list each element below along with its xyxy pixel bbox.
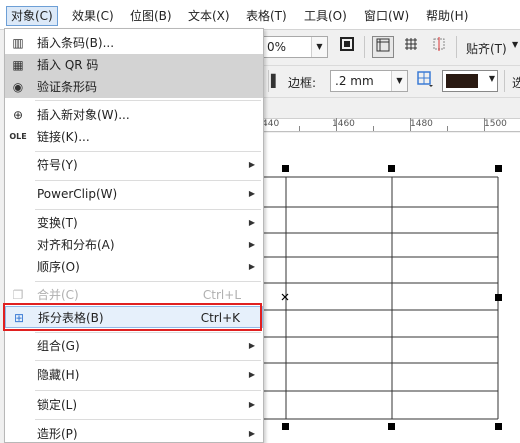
ruler-label: 1500: [484, 119, 507, 129]
barcode-icon: ▥: [12, 36, 24, 50]
submenu-arrow-icon: ▶: [248, 240, 255, 249]
split-table-icon: ⊞: [13, 311, 25, 325]
insert-object-icon: ⊕: [12, 108, 24, 122]
menu-tools[interactable]: 工具(O): [300, 6, 351, 26]
selection-handle[interactable]: [495, 294, 502, 301]
menu-item-order[interactable]: 顺序(O) ▶: [5, 256, 263, 278]
ruler-label: 1480: [410, 119, 433, 129]
menu-object[interactable]: 对象(C): [6, 6, 58, 26]
menu-item-align-distribute[interactable]: 对齐和分布(A) ▶: [5, 234, 263, 256]
chevron-down-icon: ▼: [512, 40, 519, 49]
show-guidelines-icon[interactable]: [428, 36, 450, 58]
menu-item-shaping[interactable]: 造形(P) ▶: [5, 423, 263, 443]
show-grid-icon[interactable]: [400, 36, 422, 58]
menu-item-insert-barcode[interactable]: ▥ 插入条码(B)...: [5, 32, 263, 54]
menu-text[interactable]: 文本(X): [184, 6, 234, 26]
submenu-arrow-icon: ▶: [248, 400, 255, 409]
submenu-arrow-icon: ▶: [248, 370, 255, 379]
full-screen-icon[interactable]: [336, 36, 358, 58]
menu-window[interactable]: 窗口(W): [360, 6, 413, 26]
chevron-down-icon: ▼: [311, 37, 327, 57]
border-label: 边框:: [288, 76, 317, 90]
zoom-combo[interactable]: 0% ▼: [262, 36, 328, 58]
drawing-canvas[interactable]: [262, 133, 520, 443]
show-rulers-icon[interactable]: [372, 36, 394, 58]
selection-handle[interactable]: [282, 165, 289, 172]
menu-item-transform[interactable]: 变换(T) ▶: [5, 212, 263, 234]
ruler-label: 440: [262, 119, 280, 129]
chevron-down-icon: ▼: [391, 71, 407, 91]
menu-item-hide[interactable]: 隐藏(H) ▶: [5, 364, 263, 386]
selection-handle[interactable]: [388, 423, 395, 430]
menu-item-split-table[interactable]: ⊞ 拆分表格(B) Ctrl+K: [5, 306, 263, 328]
object-menu-dropdown: ▥ 插入条码(B)... ▦ 插入 QR 码 ◉ 验证条形码 ⊕ 插入新对象(W…: [4, 28, 264, 443]
menu-item-link[interactable]: OLE 链接(K)...: [5, 126, 263, 148]
menu-item-symbol[interactable]: 符号(Y) ▶: [5, 154, 263, 176]
property-bar: ▐ 边框: .2 mm ▼ ▼ 选: [262, 66, 520, 98]
outline-color-picker[interactable]: ▼: [442, 70, 498, 92]
border-size-value: .2 mm: [335, 74, 374, 88]
submenu-arrow-icon: ▶: [248, 160, 255, 169]
submenu-arrow-icon: ▶: [248, 429, 255, 438]
submenu-arrow-icon: ▶: [248, 189, 255, 198]
snap-to-dropdown[interactable]: 贴齐(T): [466, 40, 507, 57]
selection-handle[interactable]: [282, 423, 289, 430]
menu-item-verify-barcode[interactable]: ◉ 验证条形码: [5, 76, 263, 98]
selection-handle[interactable]: [495, 165, 502, 172]
combine-icon: ❐: [12, 288, 24, 302]
table-object[interactable]: [262, 133, 520, 443]
border-size-combo[interactable]: .2 mm ▼: [330, 70, 408, 92]
verify-barcode-icon: ◉: [12, 80, 24, 94]
menu-bar: 对象(C) 效果(C) 位图(B) 文本(X) 表格(T) 工具(O) 窗口(W…: [0, 0, 520, 30]
submenu-arrow-icon: ▶: [248, 218, 255, 227]
border-sides-icon[interactable]: [414, 70, 436, 92]
standard-toolbar: 0% ▼ 贴齐(T) ▼: [262, 30, 520, 66]
selection-handle[interactable]: [495, 423, 502, 430]
qr-code-icon: ▦: [12, 58, 24, 72]
chevron-down-icon: ▼: [488, 74, 495, 83]
submenu-arrow-icon: ▶: [248, 341, 255, 350]
submenu-arrow-icon: ▶: [248, 262, 255, 271]
ole-link-icon: OLE: [9, 132, 27, 141]
menu-item-insert-qr-code[interactable]: ▦ 插入 QR 码: [5, 54, 263, 76]
menu-item-lock[interactable]: 锁定(L) ▶: [5, 394, 263, 416]
selection-handle[interactable]: [388, 165, 395, 172]
menu-table[interactable]: 表格(T): [242, 6, 291, 26]
zoom-value: 0%: [267, 40, 287, 54]
menu-item-insert-new-object[interactable]: ⊕ 插入新对象(W)...: [5, 104, 263, 126]
color-swatch: [446, 74, 478, 88]
menu-help[interactable]: 帮助(H): [422, 6, 472, 26]
menu-bitmap[interactable]: 位图(B): [126, 6, 176, 26]
menu-item-powerclip[interactable]: PowerClip(W) ▶: [5, 183, 263, 205]
menu-effects[interactable]: 效果(C): [68, 6, 118, 26]
trailing-label: 选: [512, 76, 520, 90]
menu-item-group[interactable]: 组合(G) ▶: [5, 335, 263, 357]
menu-item-combine: ❐ 合并(C) Ctrl+L: [5, 284, 263, 306]
horizontal-ruler[interactable]: 440 1460 1480 1500: [262, 118, 520, 132]
